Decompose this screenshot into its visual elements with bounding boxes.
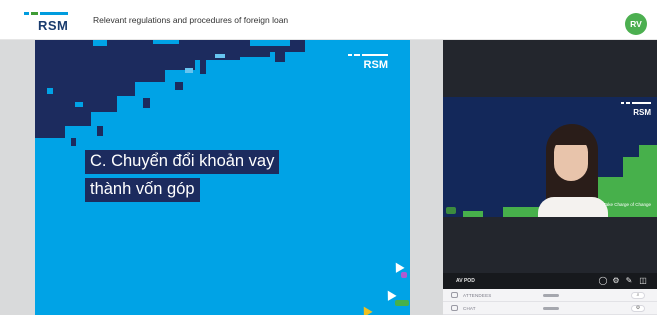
attendees-row[interactable]: ATTENDEES ⌕ xyxy=(443,289,657,302)
slide-pattern-block xyxy=(35,112,91,126)
pointer-cursor-icon xyxy=(391,260,405,273)
slide-pattern-block xyxy=(35,52,240,60)
speaker-name-chip xyxy=(446,207,457,214)
slide-caption: C. Chuyển đổi khoản vay thành vốn góp xyxy=(85,150,280,202)
av-pod-label: AV POD xyxy=(456,278,475,284)
logo-bar xyxy=(24,12,29,15)
settings-icon[interactable]: ⚙ xyxy=(631,305,645,312)
logo-bar xyxy=(621,102,624,104)
slide-pattern-block xyxy=(97,126,103,136)
slide-pattern-gap xyxy=(305,40,410,52)
gear-icon[interactable]: ⚙ xyxy=(611,276,621,286)
app-window: RSM Relevant regulations and procedures … xyxy=(0,0,657,315)
presenter-fringe xyxy=(551,129,591,145)
logo-text: RSM xyxy=(38,18,69,33)
logo-bar xyxy=(362,54,388,56)
slide-pattern-block xyxy=(240,52,270,57)
slide-pattern-gap xyxy=(47,88,53,94)
slide-pattern-block xyxy=(35,126,65,138)
presenter-shirt xyxy=(538,197,608,217)
video-rsm-logo: RSM xyxy=(621,102,651,120)
rsm-logo[interactable]: RSM xyxy=(24,12,70,34)
video-pattern-block xyxy=(623,157,657,177)
slide-pattern-block xyxy=(215,54,225,58)
logo-bar xyxy=(354,54,360,56)
shared-slide: RSM C. Chuyển đổi khoản vay thành vốn gó… xyxy=(35,40,410,315)
meeting-title: Relevant regulations and procedures of f… xyxy=(93,15,289,25)
logo-bar xyxy=(348,54,352,56)
slide-pattern-block xyxy=(200,60,206,74)
slide-pattern-gap xyxy=(250,40,290,46)
collapse-handle[interactable] xyxy=(543,307,559,310)
exit-icon[interactable]: ◫ xyxy=(638,276,648,286)
video-pattern-block xyxy=(463,211,483,217)
pointer-cursor-icon xyxy=(359,304,373,315)
edit-icon[interactable]: ✎ xyxy=(624,276,634,286)
chat-bubbles-icon[interactable]: ◯ xyxy=(598,276,608,286)
pointer-cursor-icon xyxy=(383,288,397,301)
video-pattern-block xyxy=(639,145,657,157)
chat-row[interactable]: CHAT ⚙ xyxy=(443,302,657,315)
slide-logo-text: RSM xyxy=(363,59,388,71)
chat-label: CHAT xyxy=(463,306,476,311)
slide-pattern-gap xyxy=(75,102,83,107)
slide-caption-line-1: C. Chuyển đổi khoản vay xyxy=(85,150,280,174)
slide-pattern-gap xyxy=(93,40,107,46)
chat-icon xyxy=(451,305,458,311)
pointer-label xyxy=(401,272,407,278)
user-avatar[interactable]: RV xyxy=(625,13,647,35)
logo-bar xyxy=(626,102,630,104)
logo-bar xyxy=(31,12,38,15)
slide-pattern-block xyxy=(71,138,76,146)
collapse-handle[interactable] xyxy=(543,294,559,297)
top-bar: RSM Relevant regulations and procedures … xyxy=(0,0,657,40)
logo-bar xyxy=(632,102,651,104)
video-logo-text: RSM xyxy=(633,108,651,117)
pointer-label xyxy=(395,300,409,306)
slide-pattern-block xyxy=(175,82,183,90)
slide-pattern-block xyxy=(35,70,165,82)
search-icon[interactable]: ⌕ xyxy=(631,292,645,299)
presenter-figure xyxy=(538,119,608,217)
av-pod-toolbar: AV POD ◯ ⚙ ✎ ◫ xyxy=(443,273,657,289)
video-pattern-block xyxy=(503,207,543,217)
people-icon xyxy=(451,292,458,298)
slide-pattern-block xyxy=(35,60,195,70)
slide-pattern-block xyxy=(185,68,193,73)
slide-pattern-block xyxy=(275,52,285,62)
slide-caption-line-2: thành vốn góp xyxy=(85,178,200,202)
slide-rsm-logo: RSM xyxy=(348,54,388,74)
logo-bar xyxy=(40,12,68,15)
video-tagline: Take Charge of Change xyxy=(603,202,651,207)
attendees-label: ATTENDEES xyxy=(463,293,492,298)
slide-pattern-gap xyxy=(153,40,179,44)
slide-pattern-block xyxy=(143,98,150,108)
presenter-video[interactable]: RSM Take Charge of Change xyxy=(443,97,657,217)
